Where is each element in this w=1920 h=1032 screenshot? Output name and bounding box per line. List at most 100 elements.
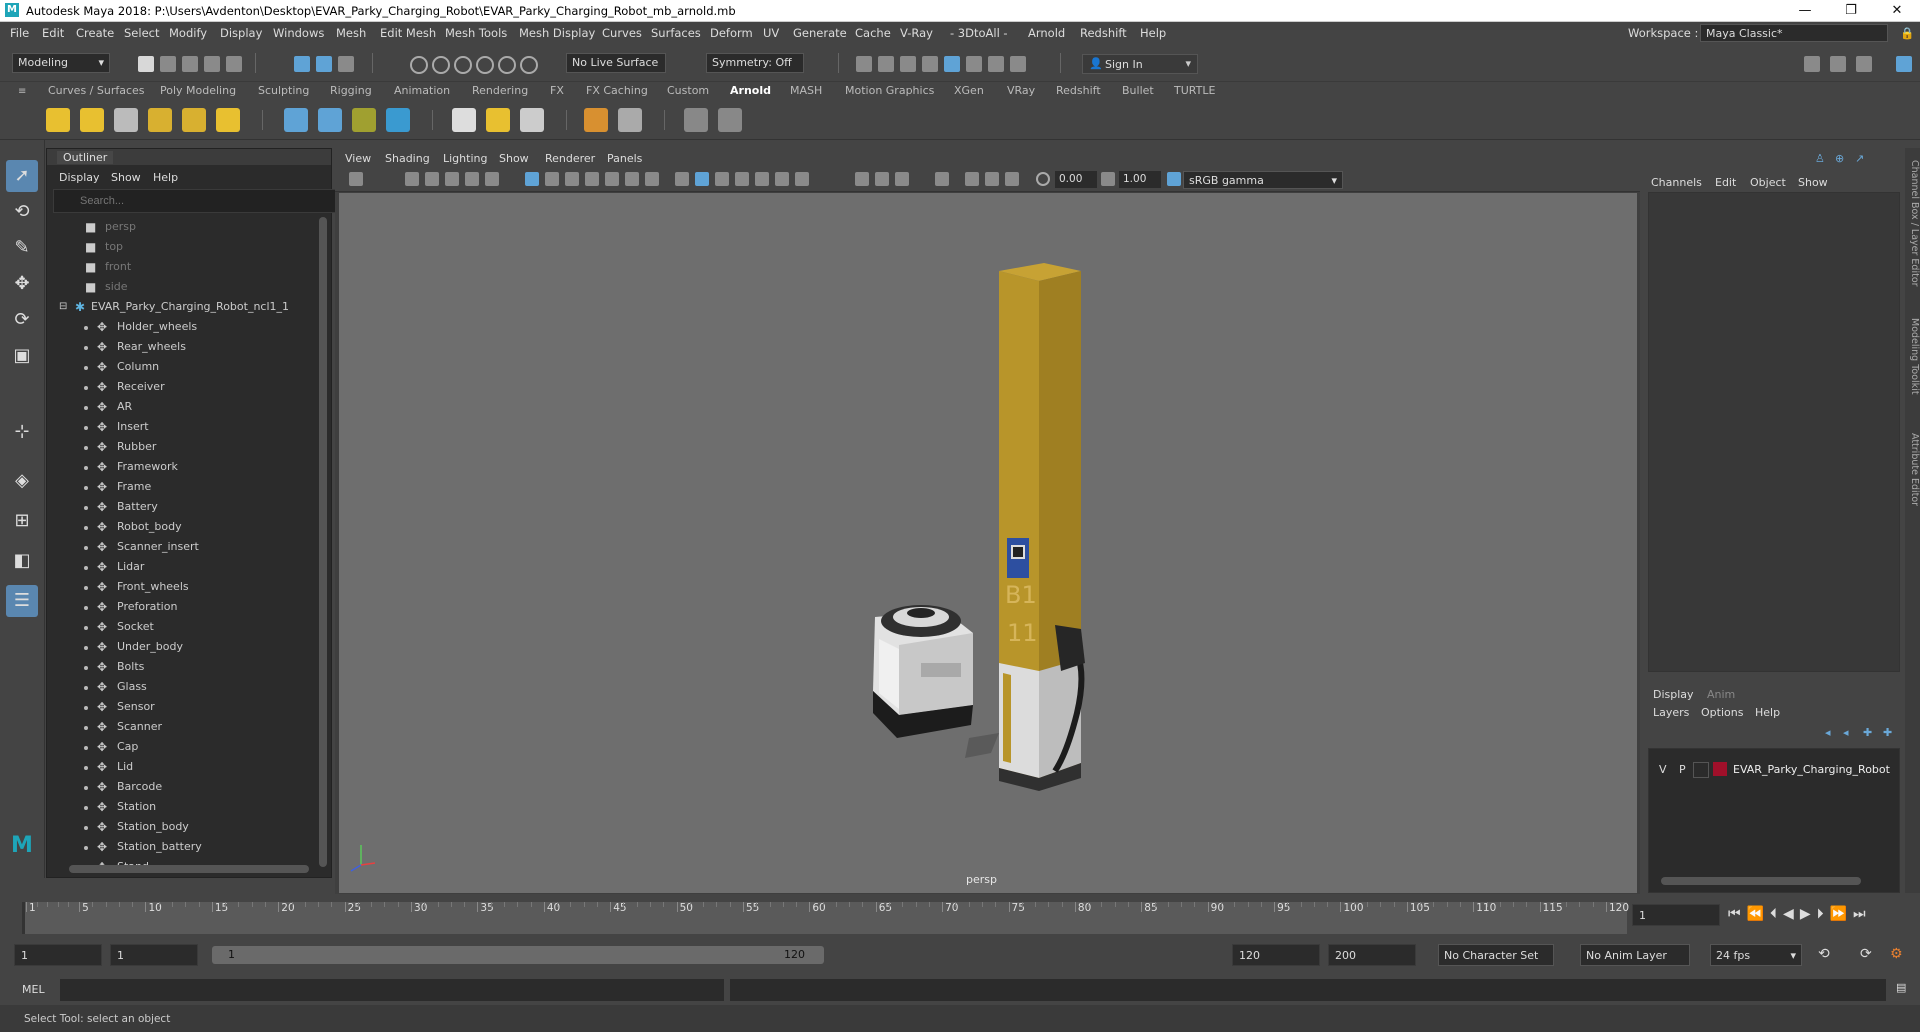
outliner-mesh-item[interactable]: ✥ Front_wheels [47,577,311,597]
layer-color-swatch[interactable] [1713,762,1727,776]
expand-icon[interactable] [84,746,88,750]
viewport-menu-renderer[interactable]: Renderer [545,152,595,165]
time-slider[interactable]: 1 5 10 15 20 25 30 35 40 45 50 55 60 65 70 75 80 85 90 95 10… [22,902,1629,934]
light-portal-icon[interactable] [182,108,206,132]
expand-icon[interactable] [84,766,88,770]
close-button[interactable]: ✕ [1874,0,1920,22]
expand-icon[interactable] [84,686,88,690]
expand-icon[interactable] [84,786,88,790]
viewport-persp[interactable]: B1 11 persp [339,193,1637,893]
ipr-icon[interactable] [486,108,510,132]
expand-icon[interactable] [84,466,88,470]
outliner-mesh-item[interactable]: ✥ Holder_wheels [47,317,311,337]
channels-menu-channels[interactable]: Channels [1651,176,1702,189]
outliner-mesh-item[interactable]: ✥ Rear_wheels [47,337,311,357]
rotate-tool-icon[interactable]: ⟳ [6,304,38,336]
auto-key-icon[interactable]: ⟳ [1860,946,1872,962]
outliner-mesh-item[interactable]: ✥ Station_battery [47,837,311,857]
command-input[interactable] [60,979,724,1001]
animation-end-field[interactable]: 200 [1328,944,1416,966]
render-icon[interactable] [452,108,476,132]
viewport-menu-lighting[interactable]: Lighting [443,152,487,165]
outliner-mesh-item[interactable]: ✥ Scanner [47,717,311,737]
outliner-mesh-item[interactable]: ✥ Rubber [47,437,311,457]
shelf-tab-xgen[interactable]: XGen [954,84,984,97]
menu-cache[interactable]: Cache [855,26,891,40]
texture-icon[interactable] [520,108,544,132]
expand-icon[interactable] [84,666,88,670]
exposure-icon[interactable] [1036,172,1050,186]
move-layer-down-icon[interactable]: ◂ [1843,726,1849,739]
shelf-tab-mash[interactable]: MASH [790,84,822,97]
paint-select-tool-icon[interactable]: ✎ [6,232,38,264]
outliner-mesh-item[interactable]: ✥ Lidar [47,557,311,577]
outliner-tab[interactable]: Outliner [57,151,114,164]
mesh-light-icon[interactable] [80,108,104,132]
playback-start-field[interactable]: 1 [110,944,198,966]
xray-joints-icon[interactable] [985,172,999,186]
step-forward-icon[interactable]: ⏩ [1830,906,1853,922]
viewport-menu-view[interactable]: View [345,152,371,165]
physical-sky-icon[interactable] [216,108,240,132]
render-current-frame-icon[interactable] [856,56,872,72]
shelf-tab-rendering[interactable]: Rendering [472,84,528,97]
viewport-menu-shading[interactable]: Shading [385,152,430,165]
volume-icon[interactable] [386,108,410,132]
select-tool-icon[interactable]: ➚ [6,160,38,192]
menu-display[interactable]: Display [220,26,262,40]
toggle-tool-settings-icon[interactable] [1856,56,1872,72]
side-tab-modeling-toolkit[interactable]: Modeling Toolkit [1905,318,1920,395]
bookmarks-icon[interactable] [425,172,439,186]
expand-icon[interactable] [84,626,88,630]
playback-end-field[interactable]: 120 [1232,944,1320,966]
outliner-mesh-item[interactable]: ✥ Column [47,357,311,377]
toggle-channel-box-icon[interactable] [1896,56,1912,72]
outliner-layout-icon[interactable]: ☰ [6,585,38,617]
expand-icon[interactable] [84,546,88,550]
menu-edit-mesh[interactable]: Edit Mesh [380,26,436,40]
new-layer-icon[interactable]: ✚ [1863,726,1872,739]
export-standin-icon[interactable] [318,108,342,132]
outliner-mesh-item[interactable]: ✥ Glass [47,677,311,697]
menu-curves[interactable]: Curves [602,26,642,40]
menu-arnold[interactable]: Arnold [1028,26,1065,40]
undo-icon[interactable] [204,56,220,72]
outliner-camera-item[interactable]: ■ top [47,237,311,257]
outliner-mesh-item[interactable]: ✥ Sensor [47,697,311,717]
menu-uv[interactable]: UV [763,26,779,40]
curve-collector-icon[interactable] [352,108,376,132]
outliner-menu-show[interactable]: Show [111,171,141,184]
shelf-tab-sculpting[interactable]: Sculpting [258,84,309,97]
snap-view-plane-icon[interactable] [476,56,494,74]
single-perspective-view-icon[interactable]: ◈ [6,465,38,497]
symmetry-dropdown[interactable]: Symmetry: Off [706,53,804,73]
outliner-mesh-item[interactable]: ✥ Preforation [47,597,311,617]
smooth-shade-icon[interactable] [695,172,709,186]
shelf-tab-arnold[interactable]: Arnold [730,84,771,97]
expand-icon[interactable] [84,806,88,810]
new-scene-icon[interactable] [138,56,154,72]
sign-in-button[interactable]: 👤 Sign In ▾ [1082,54,1198,74]
view-transform-dropdown[interactable]: sRGB gamma ▾ [1183,171,1343,189]
move-tool-icon[interactable]: ✥ [6,268,38,300]
select-by-component-icon[interactable] [338,56,354,72]
menu-help[interactable]: Help [1140,26,1166,40]
scale-tool-icon[interactable]: ▣ [6,340,38,372]
live-surface-field[interactable]: No Live Surface [566,53,666,73]
shadows-icon[interactable] [775,172,789,186]
preferences-icon[interactable]: ⚙ [1890,946,1903,962]
menu-select[interactable]: Select [124,26,159,40]
shelf-tab-redshift[interactable]: Redshift [1056,84,1101,97]
menu-mesh[interactable]: Mesh [336,26,366,40]
command-language-label[interactable]: MEL [22,983,45,996]
shelf-tab-motion-graphics[interactable]: Motion Graphics [845,84,934,97]
use-all-lights-icon[interactable] [755,172,769,186]
redo-icon[interactable] [226,56,242,72]
pause-viewport-icon[interactable] [1010,56,1026,72]
animation-start-field[interactable]: 1 [14,944,102,966]
resolution-gate-icon[interactable] [565,172,579,186]
character-set-dropdown[interactable]: No Character Set [1438,944,1554,966]
menu-surfaces[interactable]: Surfaces [651,26,701,40]
shelf-tab-vray[interactable]: VRay [1007,84,1035,97]
menu-vray[interactable]: V-Ray [900,26,933,40]
